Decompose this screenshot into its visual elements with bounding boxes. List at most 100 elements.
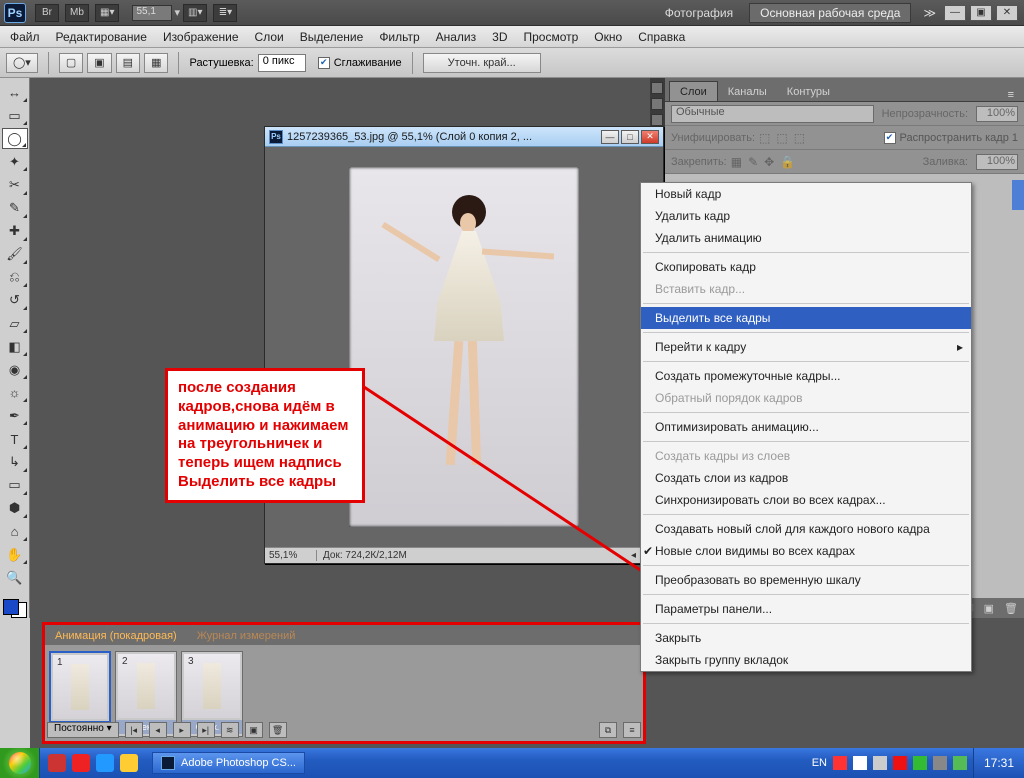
prev-frame-button[interactable]: ◂ (149, 722, 167, 738)
tool-blur[interactable]: ◉ (2, 359, 28, 380)
tab-measurelog[interactable]: Журнал измерений (187, 627, 306, 645)
tool-stamp[interactable]: ⎌ (2, 267, 28, 288)
minibridge-button[interactable]: Mb (65, 4, 89, 22)
feather-input[interactable]: 0 пикс (258, 54, 306, 72)
status-zoom-field[interactable]: 55,1% (265, 550, 317, 561)
tool-shape[interactable]: ▭ (2, 475, 28, 496)
window-maximize-button[interactable]: ▣ (970, 5, 992, 21)
tool-hand[interactable]: ✋ (2, 544, 28, 565)
blend-mode-select[interactable]: Обычные (671, 105, 874, 123)
menu-analysis[interactable]: Анализ (428, 30, 485, 44)
tool-path[interactable]: ↳ (2, 452, 28, 473)
foreground-color[interactable] (3, 599, 19, 615)
fill-input[interactable]: 100% (976, 154, 1018, 170)
tool-history[interactable]: ↺ (2, 290, 28, 311)
ctx-item[interactable]: Закрыть (641, 627, 971, 649)
menu-select[interactable]: Выделение (292, 30, 372, 44)
tab-paths[interactable]: Контуры (777, 82, 840, 101)
delete-frame-button[interactable]: 🗑 (269, 722, 287, 738)
tool-eraser[interactable]: ▱ (2, 313, 28, 334)
convert-timeline-button[interactable]: ⧉ (599, 722, 617, 738)
tool-brush[interactable]: 🖌 (2, 244, 28, 265)
tool-eyedropper[interactable]: ✎ (2, 198, 28, 219)
screen-mode-button[interactable]: ▦▾ (95, 4, 119, 22)
panel-menu-icon[interactable]: ≡ (1002, 89, 1020, 101)
tool-3dcam[interactable]: ⌂ (2, 521, 28, 542)
first-frame-button[interactable]: |◂ (125, 722, 143, 738)
tool-crop[interactable]: ✂ (2, 174, 28, 195)
workspace-photo[interactable]: Фотография (655, 6, 743, 20)
tab-animation[interactable]: Анимация (покадровая) (45, 627, 187, 645)
propagate-checkbox[interactable]: ✔Распространить кадр 1 (884, 132, 1018, 144)
newlayer-icon[interactable]: ▣ (984, 602, 994, 615)
tool-move[interactable]: ↔ (2, 82, 28, 103)
trash-icon[interactable]: 🗑 (1004, 602, 1018, 615)
selmode-add[interactable]: ▣ (87, 53, 111, 73)
tool-heal[interactable]: ✚ (2, 221, 28, 242)
hscroll-left-icon[interactable]: ◂ (629, 550, 638, 561)
menu-layers[interactable]: Слои (247, 30, 292, 44)
ctx-item[interactable]: Новые слои видимы во всех кадрах✔ (641, 540, 971, 562)
tool-zoom[interactable]: 🔍 (2, 567, 28, 588)
tool-dodge[interactable]: ☼ (2, 382, 28, 403)
ctx-item[interactable]: Создавать новый слой для каждого нового … (641, 518, 971, 540)
next-frame-button[interactable]: ▸| (197, 722, 215, 738)
doc-minimize-button[interactable]: — (601, 130, 619, 144)
selmode-sub[interactable]: ▤ (116, 53, 140, 73)
language-indicator[interactable]: EN (812, 757, 827, 769)
menu-image[interactable]: Изображение (155, 30, 247, 44)
menu-help[interactable]: Справка (630, 30, 693, 44)
ctx-item[interactable]: Преобразовать во временную шкалу (641, 569, 971, 591)
window-minimize-button[interactable]: — (944, 5, 966, 21)
tool-3d[interactable]: ⬢ (2, 498, 28, 519)
tool-wand[interactable]: ✦ (2, 151, 28, 172)
menu-3d[interactable]: 3D (484, 30, 515, 44)
tool-pen[interactable]: ✒ (2, 405, 28, 426)
ql-icon-3[interactable] (96, 754, 114, 772)
tool-type[interactable]: T (2, 428, 28, 449)
ctx-item[interactable]: Новый кадр (641, 183, 971, 205)
window-close-button[interactable]: ✕ (996, 5, 1018, 21)
opacity-input[interactable]: 100% (976, 106, 1018, 122)
ctx-item[interactable]: Параметры панели... (641, 598, 971, 620)
doc-maximize-button[interactable]: □ (621, 130, 639, 144)
ctx-item[interactable]: Оптимизировать анимацию... (641, 416, 971, 438)
color-swatches[interactable] (0, 596, 29, 618)
taskbar-app-photoshop[interactable]: Adobe Photoshop CS... (152, 752, 305, 774)
document-titlebar[interactable]: Ps 1257239365_53.jpg @ 55,1% (Слой 0 коп… (265, 127, 663, 147)
tool-marquee[interactable]: ▭ (2, 105, 28, 126)
antialias-checkbox[interactable]: ✔Сглаживание (318, 57, 402, 69)
ctx-item[interactable]: Выделить все кадры (641, 307, 971, 329)
ql-icon-1[interactable] (48, 754, 66, 772)
menu-filter[interactable]: Фильтр (371, 30, 427, 44)
workspace-more-icon[interactable]: ≫ (923, 6, 936, 20)
new-frame-button[interactable]: ▣ (245, 722, 263, 738)
zoom-field[interactable]: 55,1 (132, 5, 172, 21)
doc-close-button[interactable]: ✕ (641, 130, 659, 144)
ql-icon-4[interactable] (120, 754, 138, 772)
loop-select[interactable]: Постоянно ▾ (47, 722, 119, 738)
ctx-item[interactable]: Удалить анимацию (641, 227, 971, 249)
unify-buttons[interactable]: ⬚⬚⬚ (759, 131, 805, 145)
status-doc-info[interactable]: Док: 724,2К/2,12М (317, 550, 629, 561)
ctx-item[interactable]: Перейти к кадру▸ (641, 336, 971, 358)
tool-gradient[interactable]: ◧ (2, 336, 28, 357)
menu-view[interactable]: Просмотр (515, 30, 586, 44)
ctx-item[interactable]: Создать слои из кадров (641, 467, 971, 489)
tab-channels[interactable]: Каналы (718, 82, 777, 101)
selmode-new[interactable]: ▢ (59, 53, 83, 73)
lock-buttons[interactable]: ▦✎✥🔒 (731, 155, 795, 169)
menu-window[interactable]: Окно (586, 30, 630, 44)
start-button[interactable] (0, 748, 40, 778)
ql-icon-2[interactable] (72, 754, 90, 772)
ctx-item[interactable]: Синхронизировать слои во всех кадрах... (641, 489, 971, 511)
bridge-button[interactable]: Br (35, 4, 59, 22)
menu-edit[interactable]: Редактирование (48, 30, 155, 44)
tool-lasso[interactable]: ◯ (2, 128, 28, 149)
workspace-select[interactable]: Основная рабочая среда (749, 3, 911, 23)
selmode-int[interactable]: ▦ (144, 53, 168, 73)
active-tool-icon[interactable]: ◯▾ (6, 53, 38, 73)
refine-edge-button[interactable]: Уточн. край... (423, 53, 541, 73)
play-button[interactable]: ▸ (173, 722, 191, 738)
arrange-button[interactable]: ≣▾ (213, 4, 237, 22)
